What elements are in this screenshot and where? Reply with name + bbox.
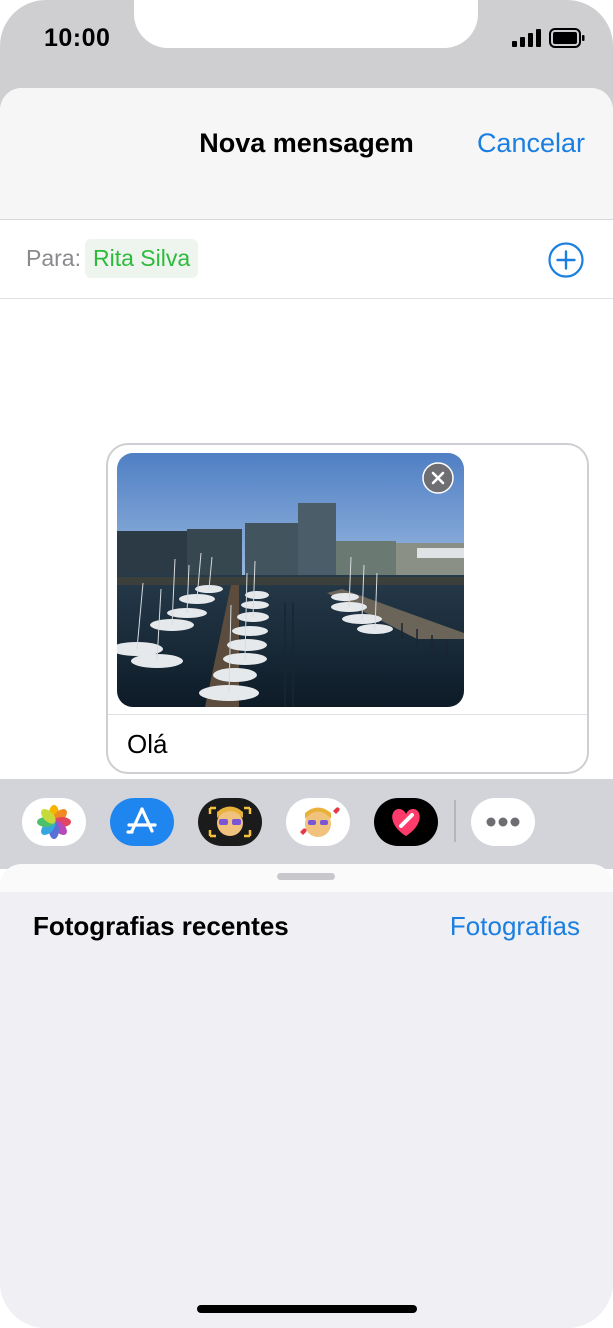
photos-icon[interactable]	[22, 798, 86, 846]
notch	[134, 0, 478, 48]
battery-icon	[549, 28, 585, 48]
navigation-bar: Nova mensagem Cancelar	[0, 88, 613, 220]
message-text-input[interactable]: Olá	[127, 729, 167, 760]
status-bar: 10:00	[0, 0, 613, 88]
phone-screen: 10:00 Nova mensagem Cancelar Para: Rita …	[0, 0, 613, 1328]
tray-separator	[454, 800, 456, 842]
drag-handle[interactable]	[277, 873, 335, 880]
home-indicator[interactable]	[197, 1305, 417, 1313]
digital-touch-icon[interactable]	[374, 798, 438, 846]
compose-divider	[108, 714, 587, 715]
more-apps-icon[interactable]	[471, 798, 535, 846]
cellular-signal-icon	[512, 29, 541, 47]
remove-attachment-icon[interactable]	[422, 462, 454, 494]
status-time: 10:00	[44, 24, 111, 52]
new-message-sheet: Nova mensagem Cancelar Para: Rita Silva	[0, 88, 613, 1328]
imessage-app-tray	[0, 779, 613, 869]
compose-field[interactable]: Olá	[106, 443, 589, 774]
recipient-label: Para:	[26, 245, 81, 271]
cancel-button[interactable]: Cancelar	[477, 128, 585, 159]
recent-photos-title: Fotografias recentes	[33, 911, 289, 941]
app-store-icon[interactable]	[110, 798, 174, 846]
marina-photo	[117, 453, 464, 707]
recipient-row[interactable]: Para: Rita Silva	[0, 220, 613, 299]
panel-header-strip	[0, 864, 613, 892]
memoji-camera-icon[interactable]	[198, 798, 262, 846]
recent-photos-panel: Fotografias recentes Fotografias	[0, 864, 613, 1328]
memoji-stickers-icon[interactable]	[286, 798, 350, 846]
all-photos-link[interactable]: Fotografias	[450, 911, 580, 942]
add-recipient-icon[interactable]	[548, 242, 584, 278]
attached-photo[interactable]	[117, 453, 464, 707]
recipient-chip[interactable]: Rita Silva	[85, 239, 199, 278]
